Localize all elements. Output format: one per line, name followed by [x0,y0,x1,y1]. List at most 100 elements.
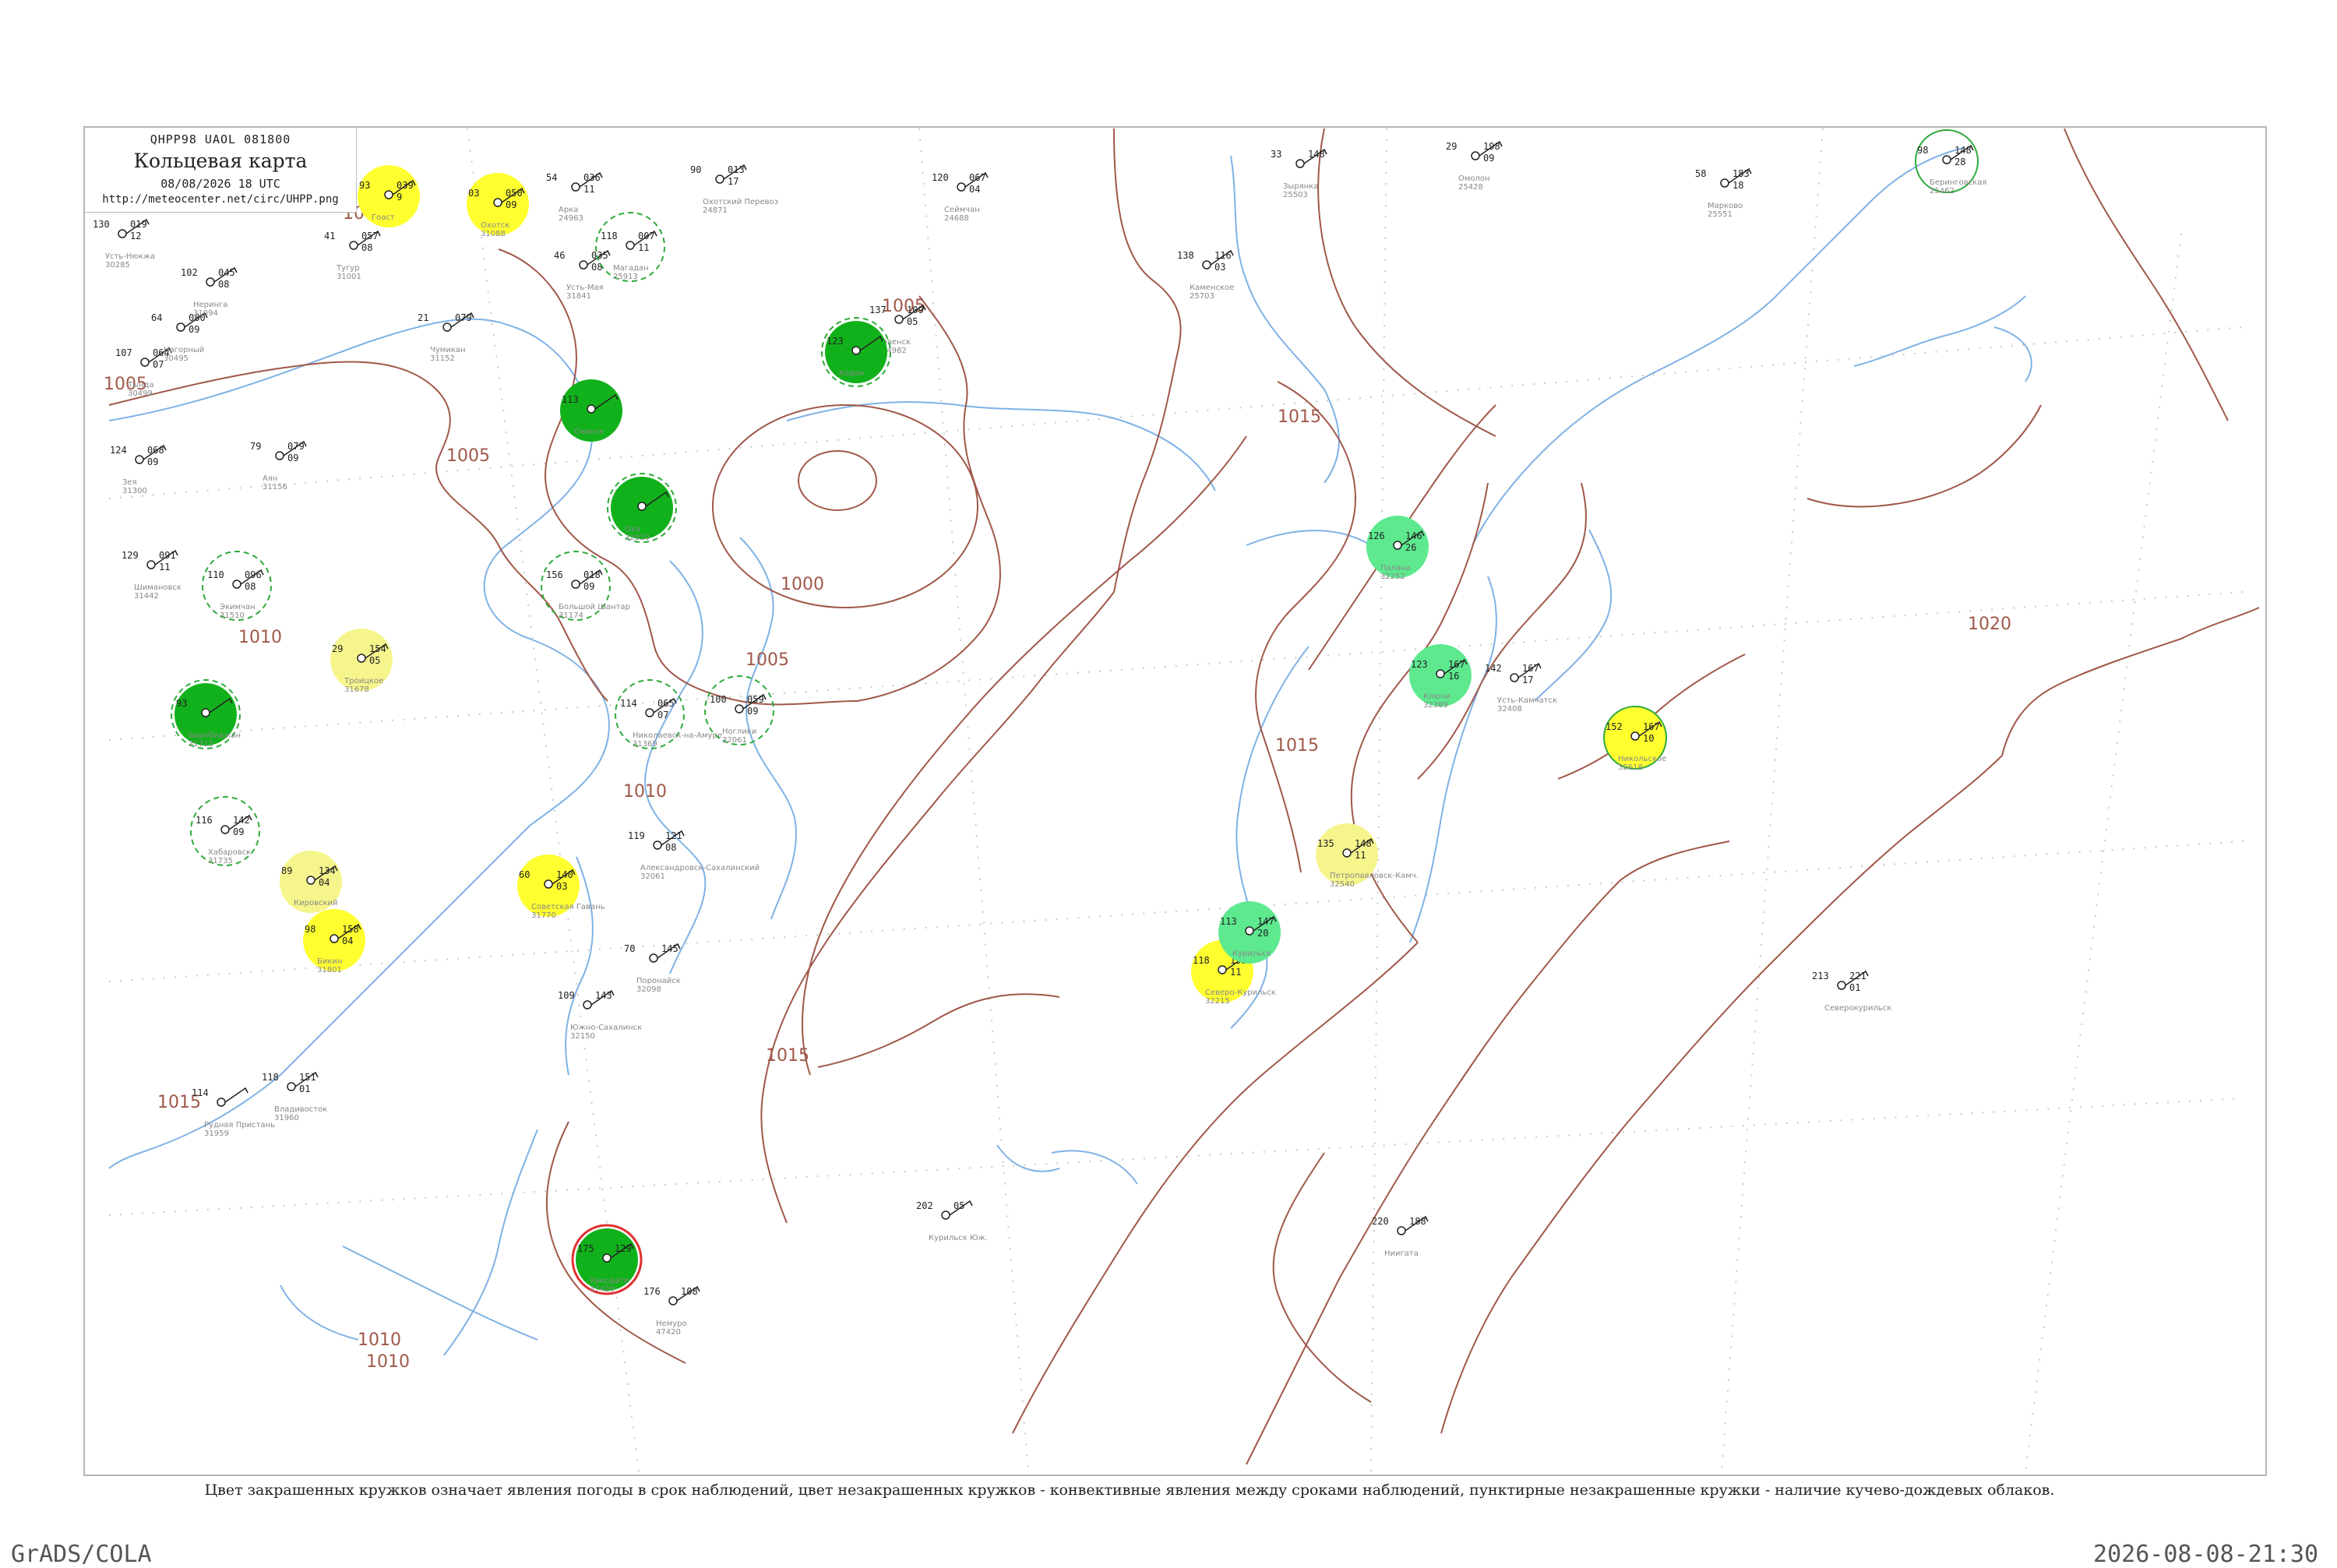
station-temperature: 113 [1220,916,1237,927]
station-name: Рудная Пристань [204,1121,275,1129]
station-cloud-cover-icon [1510,673,1519,682]
station-name: Неринга [193,301,227,309]
station-cloud-cover-icon [1471,151,1480,160]
station-id: 32061 [722,736,747,745]
station-name: Немуро [656,1320,687,1328]
station-name: Нагорный [164,346,204,354]
isobar-label: 1010 [358,1330,401,1350]
station-pressure: 145 [661,943,679,954]
station-name: Николаевск-на-Амуре [633,731,722,740]
station-cloud-cover-icon [1342,848,1352,858]
station-cloud-cover-icon [626,241,635,250]
station-pressure-tendency: 09 [1483,153,1494,164]
isobar-label: 1010 [623,782,667,802]
station-id: 24963 [559,214,583,223]
render-timestamp: 2026-08-08-21:30 [2093,1541,2318,1568]
station-temperature: 116 [196,815,213,826]
station-pressure: 148 [1355,838,1372,849]
station-cloud-cover-icon [653,840,662,850]
station-pressure-tendency: 03 [556,881,567,892]
station-temperature: 33 [1271,149,1281,160]
station-pressure: 05 [953,1200,964,1211]
station-plot: 213 22101 Северокурильск [1812,970,1891,1013]
station-pressure-tendency: 01 [299,1084,310,1094]
station-temperature: 156 [546,569,563,580]
station-pressure: 036 [583,172,601,183]
station-pressure-tendency: 09 [233,826,244,837]
station-name: Каменское [1190,284,1234,292]
station-plot: 54 03611 Арка24963 [546,171,603,223]
station-pressure: 167 [1448,659,1465,670]
station-pressure: 108 [681,1286,698,1297]
station-cloud-cover-icon [715,174,724,184]
station-cloud-cover-icon [851,346,861,355]
station-pressure: 035 [591,250,608,261]
source-url[interactable]: http://meteocenter.net/circ/UHPP.png [85,193,356,206]
station-id: 32618 [1618,763,1643,772]
station-name: Ноглики [722,728,756,736]
station-temperature: 137 [869,305,887,315]
station-pressure: 188 [1409,1216,1426,1227]
station-temperature: 135 [1317,838,1334,849]
station-name: Охинск [574,428,604,436]
station-plot: 21 079 Чумикан31152 [418,312,474,363]
station-plot: 175 129 Хакодате47420 [571,1224,643,1295]
station-plot: 89 13404 Кировский [280,851,342,913]
station-pressure-tendency: 11 [583,184,594,195]
station-temperature: 202 [916,1200,933,1211]
station-name: Владивосток [274,1105,327,1114]
station-id: 25551 [1708,210,1732,219]
station-temperature: 93 [176,698,187,709]
station-pressure-tendency: 05 [369,655,380,666]
station-cloud-cover-icon [649,953,658,963]
station-id: 47420 [590,1285,615,1294]
station-plot: 176 108 Немуро47420 [643,1285,700,1337]
station-pressure-tendency: 09 [506,199,516,210]
station-cloud-cover-icon [357,654,366,663]
station-name: Александровск-Сахалинский [640,864,760,872]
station-cloud-cover-icon [571,580,580,589]
station-temperature: 109 [558,990,575,1001]
station-name: Тугур [336,264,360,273]
station-temperature: 70 [624,943,635,954]
station-cloud-cover-icon [941,1210,950,1220]
software-credit: GrADS/COLA [11,1541,152,1568]
station-name: Большой Шантар [559,603,630,611]
station-name: Северокурильск [1824,1004,1891,1013]
station-pressure: 167 [1522,663,1539,674]
station-pressure: 142 [233,815,250,826]
station-pressure: 151 [299,1072,316,1083]
station-cloud-cover-icon [232,580,241,589]
station-name: Аян [263,474,277,483]
station-pressure-tendency: 17 [1522,675,1533,685]
title-box: QHPP98 UAOL 081800 Кольцевая карта 08/08… [85,128,357,213]
station-name: Сеймчан [944,206,980,214]
station-cloud-cover-icon [1245,926,1254,936]
station-plot: 29 19809 Омолон25428 [1446,140,1503,192]
station-plot: 98 15804 Бикин31801 [303,909,365,974]
station-temperature: 220 [1372,1216,1389,1227]
station-id: 31369 [633,740,657,749]
station-pressure-tendency: 12 [130,231,141,241]
station-id: 31001 [337,273,361,281]
station-cloud-cover-icon [571,182,580,192]
station-pressure-tendency: 03 [1214,262,1225,273]
station-id: 32061 [640,872,665,881]
station-cloud-cover-icon [118,229,127,238]
station-cloud-cover-icon [1630,731,1640,741]
station-cloud-cover-icon [330,934,339,943]
station-id: 25462 [1930,187,1955,196]
station-plot: 114 Рудная Пристань31959 [192,1087,275,1138]
station-pressure-tendency: 08 [591,262,602,273]
station-pressure: 065 [657,698,675,709]
station-name: Поронайск [636,977,681,985]
station-temperature: 213 [1812,971,1829,981]
isobar-label: 1010 [366,1352,410,1372]
map-caption: Цвет закрашенных кружков означает явлени… [204,1482,2055,1499]
station-pressure-tendency: 11 [1355,850,1366,861]
station-pressure: 221 [1849,971,1866,981]
station-plot: 220 188 Ниигата [1372,1215,1429,1258]
station-temperature: 110 [207,569,224,580]
station-cloud-cover-icon [217,1098,226,1107]
station-pressure: 057 [361,231,379,241]
